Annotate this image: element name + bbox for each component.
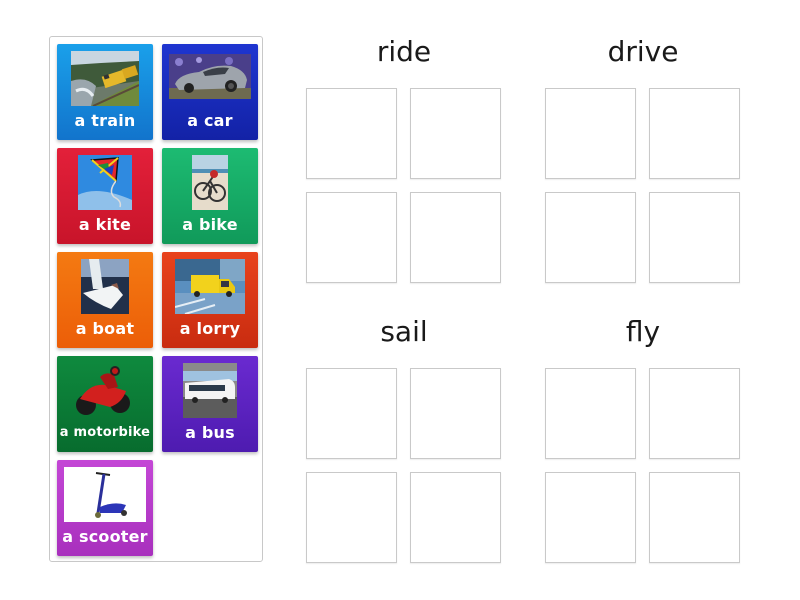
lorry-image [175,259,245,314]
kite-image [78,155,132,210]
drop-slot-sail[interactable] [410,368,501,459]
drop-slot-sail[interactable] [410,472,501,563]
drop-slot-fly[interactable] [545,472,636,563]
drop-slot-ride[interactable] [306,192,397,283]
card-label: a kite [78,215,132,234]
card-label: a motorbike [59,425,151,440]
motorbike-image [70,363,140,418]
bus-image [183,363,237,418]
card-motorbike[interactable]: a motorbike [57,356,153,452]
drop-slot-drive[interactable] [545,88,636,179]
drop-slot-ride[interactable] [410,88,501,179]
card-label: a boat [75,319,135,338]
card-car[interactable]: a car [162,44,258,140]
drop-slot-ride[interactable] [410,192,501,283]
drop-slot-fly[interactable] [649,368,740,459]
train-image [71,51,139,106]
drop-slot-fly[interactable] [649,472,740,563]
category-title-ride: ride [376,35,432,68]
category-title-drive: drive [607,35,679,68]
card-label: a bus [185,423,235,442]
category-title-fly: fly [625,315,661,348]
drop-slot-sail[interactable] [306,368,397,459]
drop-slot-ride[interactable] [306,88,397,179]
card-boat[interactable]: a boat [57,252,153,348]
bike-image [192,155,228,210]
category-title-sail: sail [380,315,428,348]
car-image [169,54,251,109]
drop-slot-drive[interactable] [649,192,740,283]
card-scooter[interactable]: a scooter [57,460,153,556]
card-bus[interactable]: a bus [162,356,258,452]
card-kite[interactable]: a kite [57,148,153,244]
card-label: a scooter [62,527,148,546]
card-label: a lorry [179,319,241,338]
card-lorry[interactable]: a lorry [162,252,258,348]
drop-slot-sail[interactable] [306,472,397,563]
drop-slot-drive[interactable] [545,192,636,283]
drop-slot-fly[interactable] [545,368,636,459]
boat-image [81,259,129,314]
drop-slot-drive[interactable] [649,88,740,179]
card-label: a train [74,111,136,130]
card-label: a car [187,111,233,130]
scooter-image [64,467,146,522]
card-label: a bike [182,215,238,234]
card-train[interactable]: a train [57,44,153,140]
card-bike[interactable]: a bike [162,148,258,244]
